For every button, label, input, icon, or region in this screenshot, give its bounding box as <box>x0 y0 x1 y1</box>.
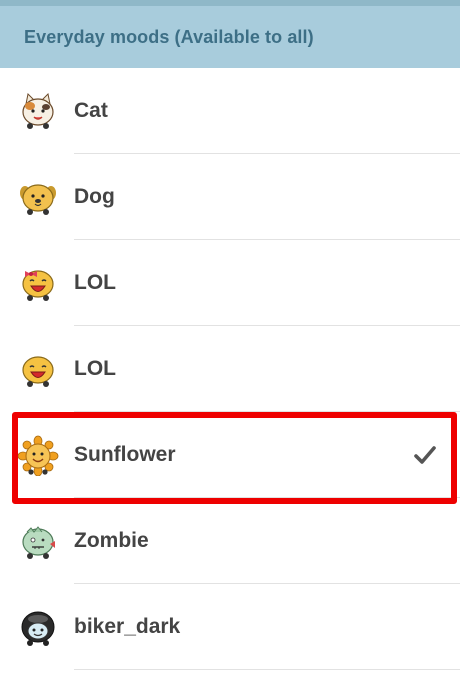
biker-dark-mood-icon <box>21 611 55 646</box>
mood-item-dog[interactable]: Dog <box>0 154 460 240</box>
section-header: Everyday moods (Available to all) <box>0 6 460 68</box>
mood-item-zombie[interactable]: Zombie <box>0 498 460 584</box>
mood-item-sunflower[interactable]: Sunflower <box>0 412 460 498</box>
mood-label: Dog <box>74 185 115 208</box>
mood-item-lol-bow[interactable]: LOL <box>0 240 460 326</box>
section-title: Everyday moods (Available to all) <box>24 26 314 47</box>
mood-label: Zombie <box>74 529 149 552</box>
mood-label: biker_dark <box>74 615 181 638</box>
mood-label: LOL <box>74 271 116 294</box>
divider <box>74 669 460 670</box>
dog-mood-icon <box>20 184 56 215</box>
mood-item-cat[interactable]: Cat <box>0 68 460 154</box>
zombie-mood-icon <box>22 526 55 559</box>
mood-label: Sunflower <box>74 443 176 466</box>
checkmark-icon <box>414 446 436 464</box>
mood-label: Cat <box>74 99 108 122</box>
sunflower-mood-icon <box>17 435 59 476</box>
lol-mood-icon <box>22 356 54 387</box>
mood-item-biker-dark[interactable]: biker_dark <box>0 584 460 670</box>
mood-item-lol[interactable]: LOL <box>0 326 460 412</box>
cat-mood-icon <box>22 92 54 129</box>
mood-list: Cat Dog LOL LOL Sunflower Zombie biker_d… <box>0 68 460 670</box>
mood-label: LOL <box>74 357 116 380</box>
lol-bow-mood-icon <box>22 270 54 301</box>
